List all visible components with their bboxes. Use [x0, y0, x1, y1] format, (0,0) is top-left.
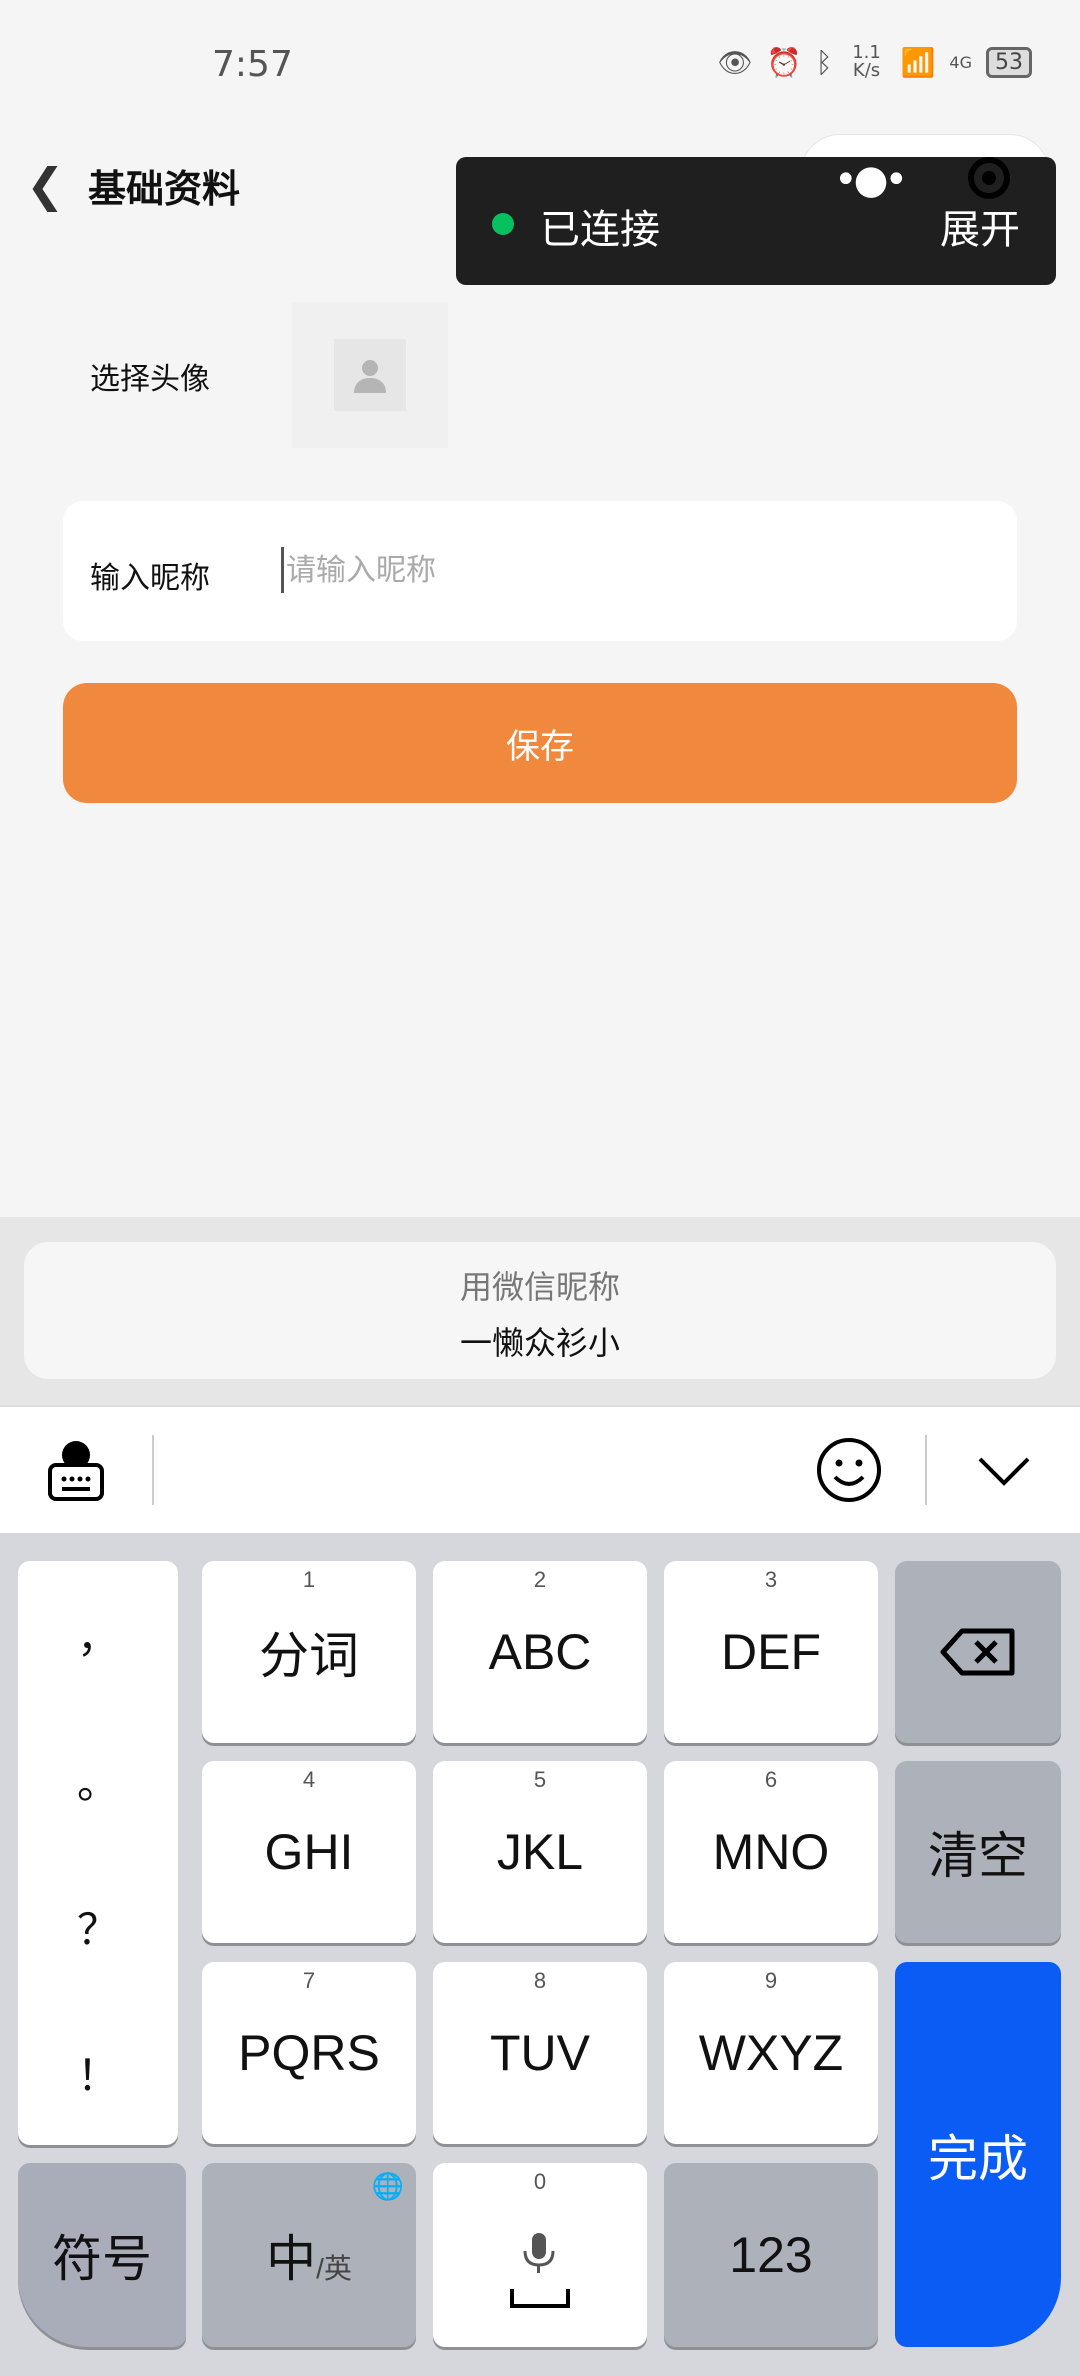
eye-icon: 👁	[717, 45, 753, 79]
nickname-label: 输入昵称	[90, 561, 210, 596]
key-exclaim[interactable]: ！	[77, 2042, 119, 2103]
key-3[interactable]: 3 DEF	[664, 1561, 878, 1743]
avatar-label: 选择头像	[90, 362, 210, 397]
emoji-icon[interactable]	[816, 1437, 882, 1507]
key-label: ABC	[488, 1624, 592, 1680]
more-icon[interactable]: •●•	[834, 157, 908, 203]
punctuation-column: ， 。 ？ ！	[18, 1561, 178, 2145]
keyboard-settings-icon[interactable]	[46, 1437, 106, 1507]
key-hint: 2	[533, 1567, 547, 1592]
key-period[interactable]: 。	[77, 1750, 119, 1811]
key-5[interactable]: 5 JKL	[433, 1761, 647, 1943]
keyboard: ， 。 ？ ！ 1 分词 2 ABC 3 DEF 4 GHI 5 JKL 6 MNO 清空 …	[0, 1533, 1080, 2376]
net-speed: 1.1 K/s	[852, 42, 881, 81]
lang-sub: /英	[316, 2253, 352, 2284]
key-hint: 8	[533, 1968, 547, 1993]
connection-overlay: •●• 已连接 展开	[456, 157, 1056, 285]
key-comma[interactable]: ，	[77, 1604, 119, 1665]
key-1[interactable]: 1 分词	[202, 1561, 416, 1743]
status-icons: 👁 ⏰ ᛒ 1.1 K/s 📶 4G 53	[717, 44, 1032, 80]
avatar-picker[interactable]	[292, 302, 448, 448]
language-toggle-key[interactable]: 🌐 中/英	[202, 2163, 416, 2347]
alarm-icon: ⏰	[766, 45, 802, 79]
key-label: JKL	[496, 1824, 584, 1880]
nickname-card: 输入昵称	[63, 501, 1017, 641]
key-hint: 3	[764, 1567, 778, 1592]
divider	[925, 1435, 927, 1505]
key-hint: 1	[302, 1567, 316, 1592]
numbers-key[interactable]: 123	[664, 2163, 878, 2347]
key-8[interactable]: 8 TUV	[433, 1962, 647, 2144]
key-hint: 4	[302, 1767, 316, 1792]
status-time: 7:57	[212, 44, 293, 85]
connected-dot-icon	[492, 213, 514, 235]
key-2[interactable]: 2 ABC	[433, 1561, 647, 1743]
globe-icon: 🌐	[371, 2171, 404, 2201]
record-icon[interactable]	[968, 157, 1010, 199]
key-label: 分词	[259, 1628, 359, 1684]
symbols-key[interactable]: 符号	[18, 2163, 186, 2347]
key-9[interactable]: 9 WXYZ	[664, 1962, 878, 2144]
key-hint: 6	[764, 1767, 778, 1792]
bluetooth-icon: ᛒ	[815, 45, 833, 79]
key-label: WXYZ	[698, 2025, 844, 2081]
user-placeholder-icon	[334, 339, 406, 411]
key-question[interactable]: ？	[77, 1896, 119, 1957]
lang-main: 中	[266, 2231, 317, 2287]
key-hint: 7	[302, 1968, 316, 1993]
network-type: 4G	[949, 52, 972, 72]
space-icon	[510, 2289, 570, 2308]
key-label: GHI	[264, 1824, 354, 1880]
wifi-icon: 📶	[900, 45, 936, 79]
nickname-input[interactable]	[281, 547, 881, 593]
hide-keyboard-icon[interactable]	[978, 1457, 1030, 1491]
key-4[interactable]: 4 GHI	[202, 1761, 416, 1943]
battery-icon: 53	[986, 46, 1032, 78]
key-label: TUV	[490, 2025, 590, 2081]
connection-status: 已连接	[540, 207, 660, 253]
wechat-nickname-suggestion[interactable]: 用微信昵称 一懒众衫小	[24, 1242, 1056, 1379]
key-hint: 0	[533, 2169, 547, 2194]
back-button[interactable]: ❮	[26, 158, 65, 212]
space-key[interactable]: 0	[433, 2163, 647, 2347]
backspace-icon	[940, 1628, 1015, 1676]
expand-button[interactable]: 展开	[940, 197, 1020, 255]
key-label: PQRS	[238, 2025, 380, 2081]
keyboard-toolbar	[0, 1405, 1080, 1533]
key-6[interactable]: 6 MNO	[664, 1761, 878, 1943]
page-title: 基础资料	[88, 167, 241, 211]
key-label: DEF	[721, 1624, 821, 1680]
backspace-key[interactable]	[895, 1561, 1061, 1743]
save-button[interactable]: 保存	[63, 683, 1017, 803]
clear-key[interactable]: 清空	[895, 1761, 1061, 1943]
key-7[interactable]: 7 PQRS	[202, 1962, 416, 2144]
suggestion-name: 一懒众衫小	[459, 1324, 620, 1362]
key-hint: 9	[764, 1968, 778, 1993]
key-label: MNO	[712, 1824, 830, 1880]
done-key[interactable]: 完成	[895, 1962, 1061, 2347]
divider	[152, 1435, 154, 1505]
key-hint: 5	[533, 1767, 547, 1792]
suggestion-title: 用微信昵称	[459, 1268, 620, 1306]
